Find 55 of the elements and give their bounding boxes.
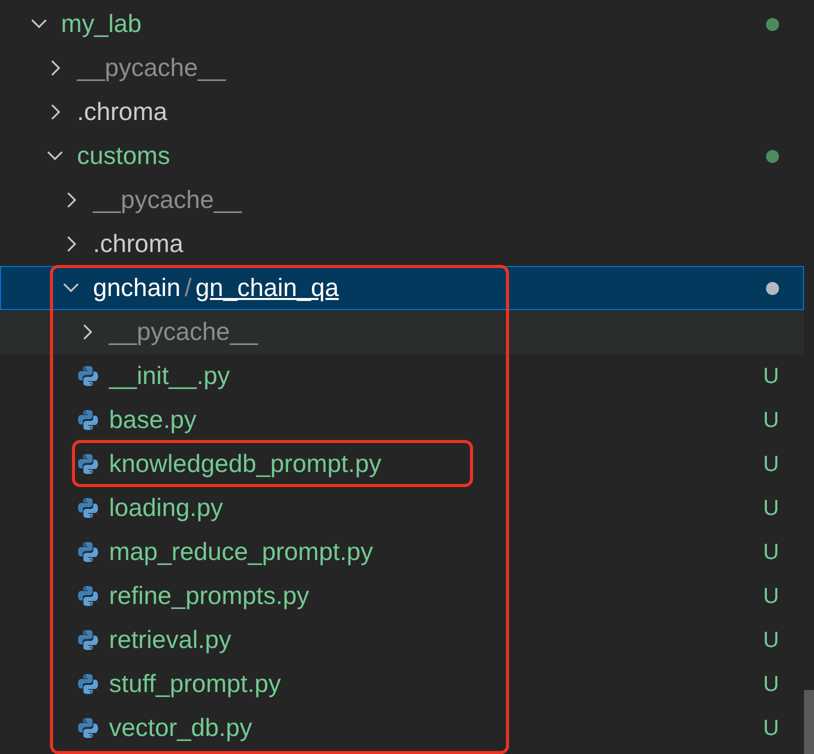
git-status-letter: U: [763, 539, 779, 565]
tree-row[interactable]: .chroma: [0, 90, 804, 134]
tree-row[interactable]: stuff_prompt.py U: [0, 662, 804, 706]
python-icon: [77, 497, 99, 519]
file-name: refine_prompts.py: [109, 582, 310, 610]
tree-row[interactable]: map_reduce_prompt.py U: [0, 530, 804, 574]
tree-row[interactable]: my_lab: [0, 2, 804, 46]
python-icon: [77, 365, 99, 387]
file-name: vector_db.py: [109, 714, 252, 742]
folder-name: __pycache__: [77, 54, 226, 82]
tree-row[interactable]: vector_db.py U: [0, 706, 804, 750]
tree-row[interactable]: __pycache__: [0, 178, 804, 222]
tree-row[interactable]: knowledgedb_prompt.py U: [0, 442, 804, 486]
file-name: map_reduce_prompt.py: [109, 538, 374, 566]
tree-row[interactable]: __init__.py U: [0, 354, 804, 398]
folder-name: my_lab: [61, 10, 142, 38]
git-status-letter: U: [763, 363, 779, 389]
folder-name: gn_chain_qa: [196, 274, 339, 302]
git-status-letter: U: [763, 627, 779, 653]
tree-row[interactable]: customs: [0, 134, 804, 178]
path-separator: /: [184, 274, 192, 302]
file-name: stuff_prompt.py: [109, 670, 281, 698]
file-name: retrieval.py: [109, 626, 232, 654]
tree-row[interactable]: retrieval.py U: [0, 618, 804, 662]
git-status-letter: U: [763, 495, 779, 521]
folder-name: gnchain: [93, 274, 181, 302]
tree-row[interactable]: refine_prompts.py U: [0, 574, 804, 618]
python-icon: [77, 629, 99, 651]
folder-name: .chroma: [93, 230, 184, 258]
selected-tree-row[interactable]: gnchain / gn_chain_qa: [0, 266, 804, 310]
hovered-tree-row[interactable]: __pycache__: [0, 310, 804, 354]
file-name: base.py: [109, 406, 197, 434]
folder-name: __pycache__: [109, 318, 258, 346]
git-status-letter: U: [763, 671, 779, 697]
python-icon: [77, 453, 99, 475]
git-status-letter: U: [763, 407, 779, 433]
tree-row[interactable]: .chroma: [0, 222, 804, 266]
file-name: __init__.py: [109, 362, 230, 390]
scrollbar-thumb[interactable]: [804, 690, 814, 754]
tree-row[interactable]: __pycache__: [0, 46, 804, 90]
folder-name: .chroma: [77, 98, 168, 126]
git-status-letter: U: [763, 583, 779, 609]
git-status-letter: U: [763, 451, 779, 477]
folder-name: customs: [77, 142, 170, 170]
tree-row[interactable]: loading.py U: [0, 486, 804, 530]
git-status-letter: U: [763, 715, 779, 741]
python-icon: [77, 585, 99, 607]
file-name: knowledgedb_prompt.py: [109, 450, 382, 478]
python-icon: [77, 541, 99, 563]
file-name: loading.py: [109, 494, 223, 522]
python-icon: [77, 717, 99, 739]
tree-row[interactable]: base.py U: [0, 398, 804, 442]
folder-name: __pycache__: [93, 186, 242, 214]
python-icon: [77, 673, 99, 695]
python-icon: [77, 409, 99, 431]
